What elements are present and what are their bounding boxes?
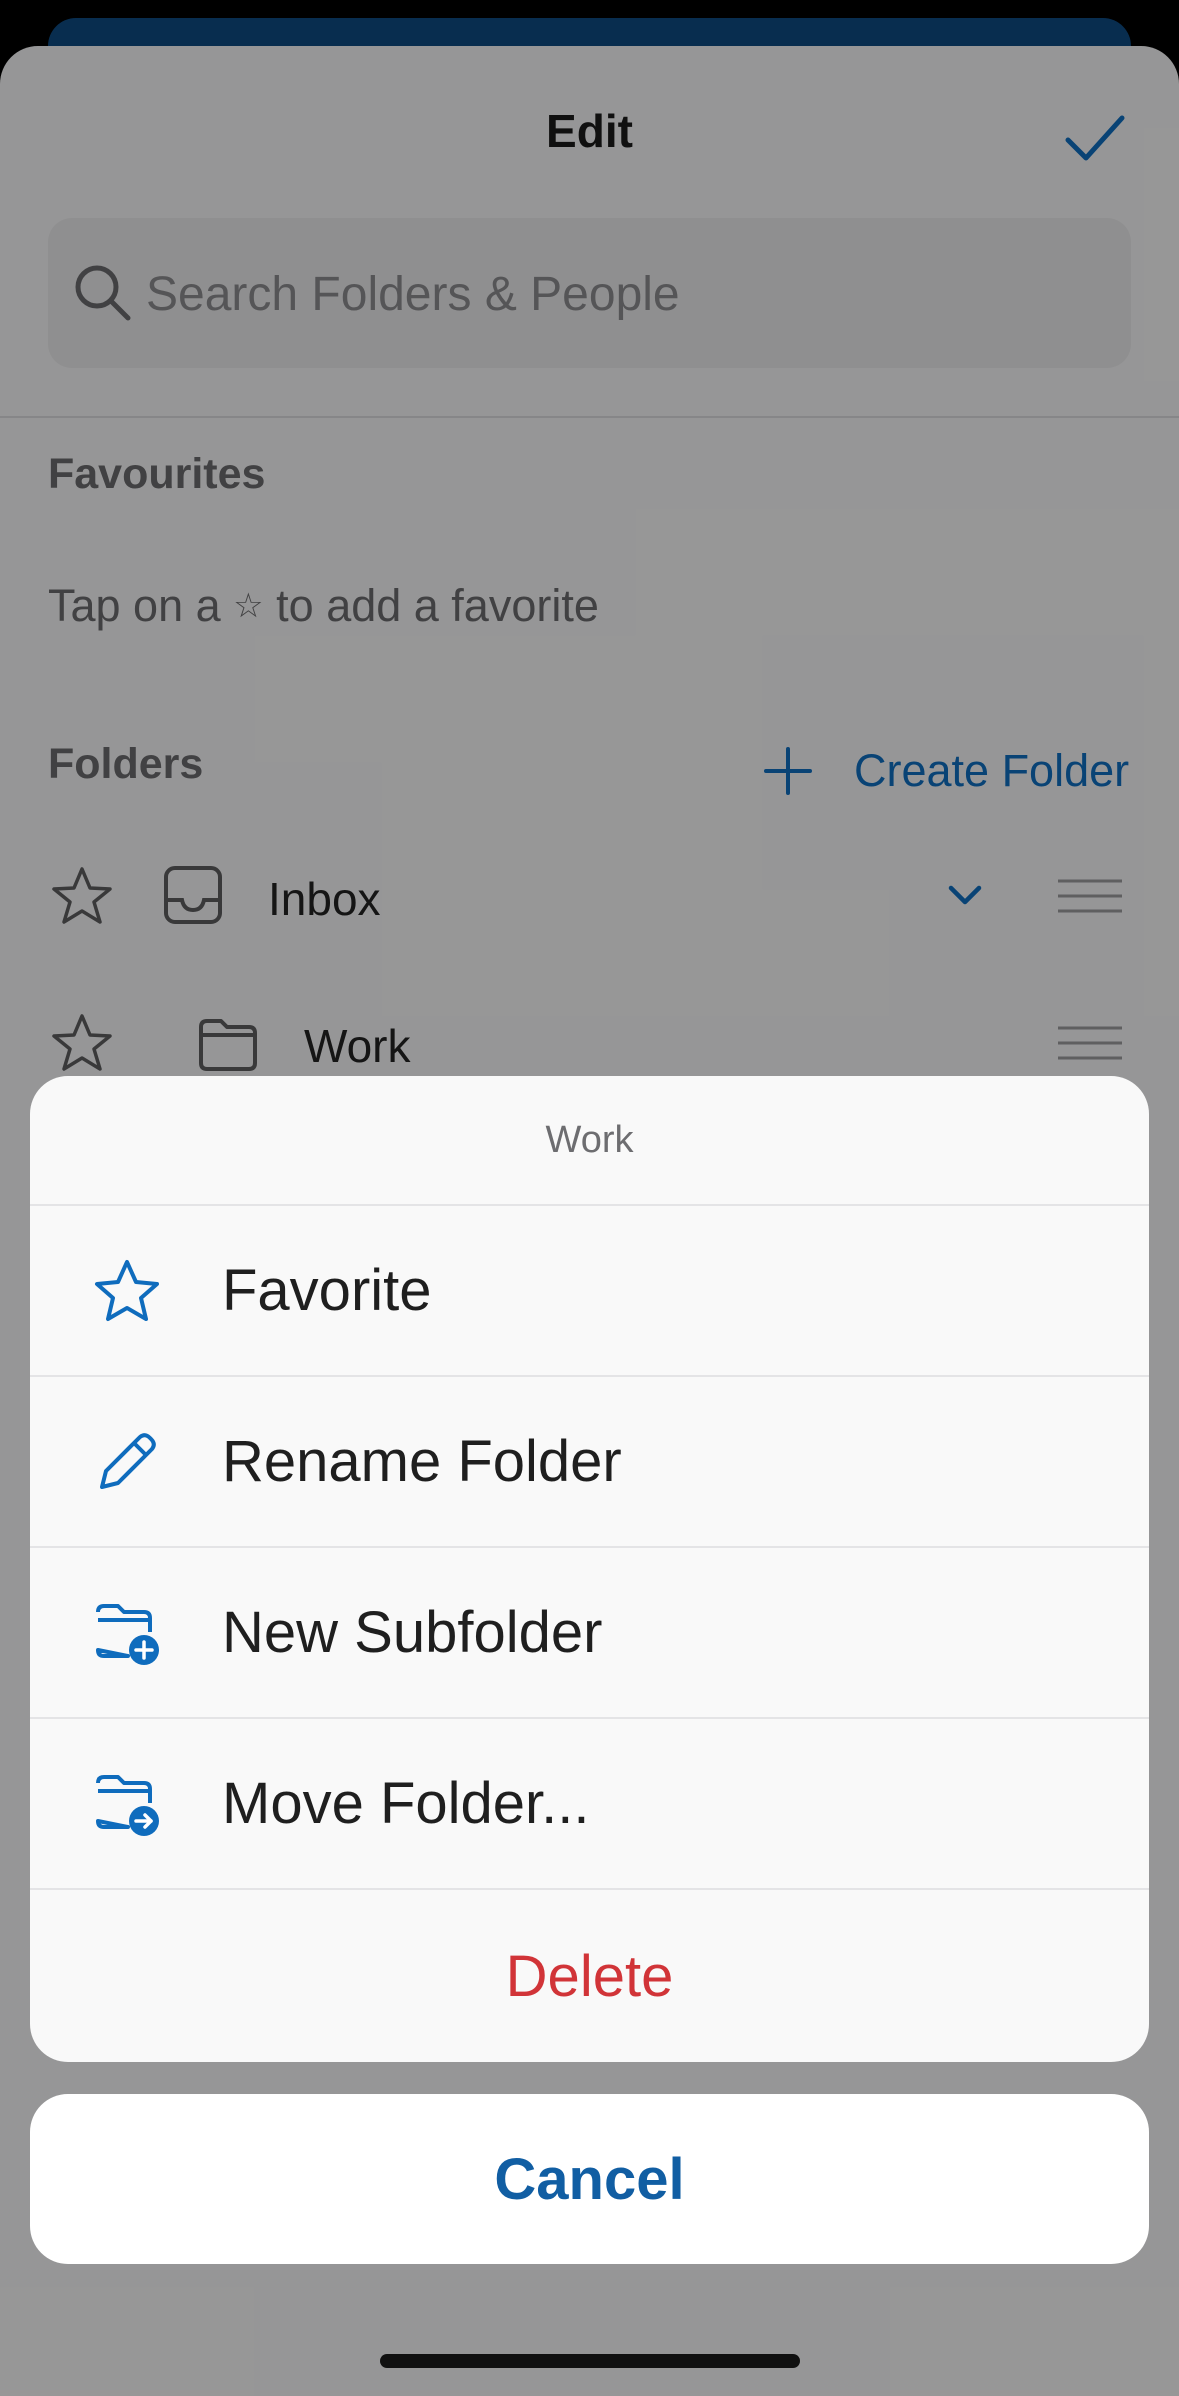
- delete-action[interactable]: Delete: [30, 1890, 1149, 2062]
- rename-folder-action[interactable]: Rename Folder: [30, 1377, 1149, 1548]
- star-icon: [95, 1259, 159, 1321]
- cancel-button[interactable]: Cancel: [30, 2094, 1149, 2264]
- home-indicator: [380, 2354, 800, 2368]
- pencil-icon: [100, 1432, 156, 1489]
- favorite-action[interactable]: Favorite: [30, 1206, 1149, 1377]
- new-subfolder-action[interactable]: New Subfolder: [30, 1548, 1149, 1719]
- action-sheet-title: Work: [30, 1076, 1149, 1206]
- move-folder-action-label: Move Folder...: [222, 1771, 590, 1836]
- folder-add-icon: [96, 1603, 159, 1665]
- folder-move-icon: [96, 1774, 159, 1836]
- favorite-action-label: Favorite: [222, 1258, 432, 1323]
- rename-folder-action-label: Rename Folder: [222, 1429, 622, 1494]
- new-subfolder-action-label: New Subfolder: [222, 1600, 603, 1665]
- move-folder-action[interactable]: Move Folder...: [30, 1719, 1149, 1890]
- folder-action-sheet: Work Favorite Rename Folder New Subfolde…: [30, 1076, 1149, 2062]
